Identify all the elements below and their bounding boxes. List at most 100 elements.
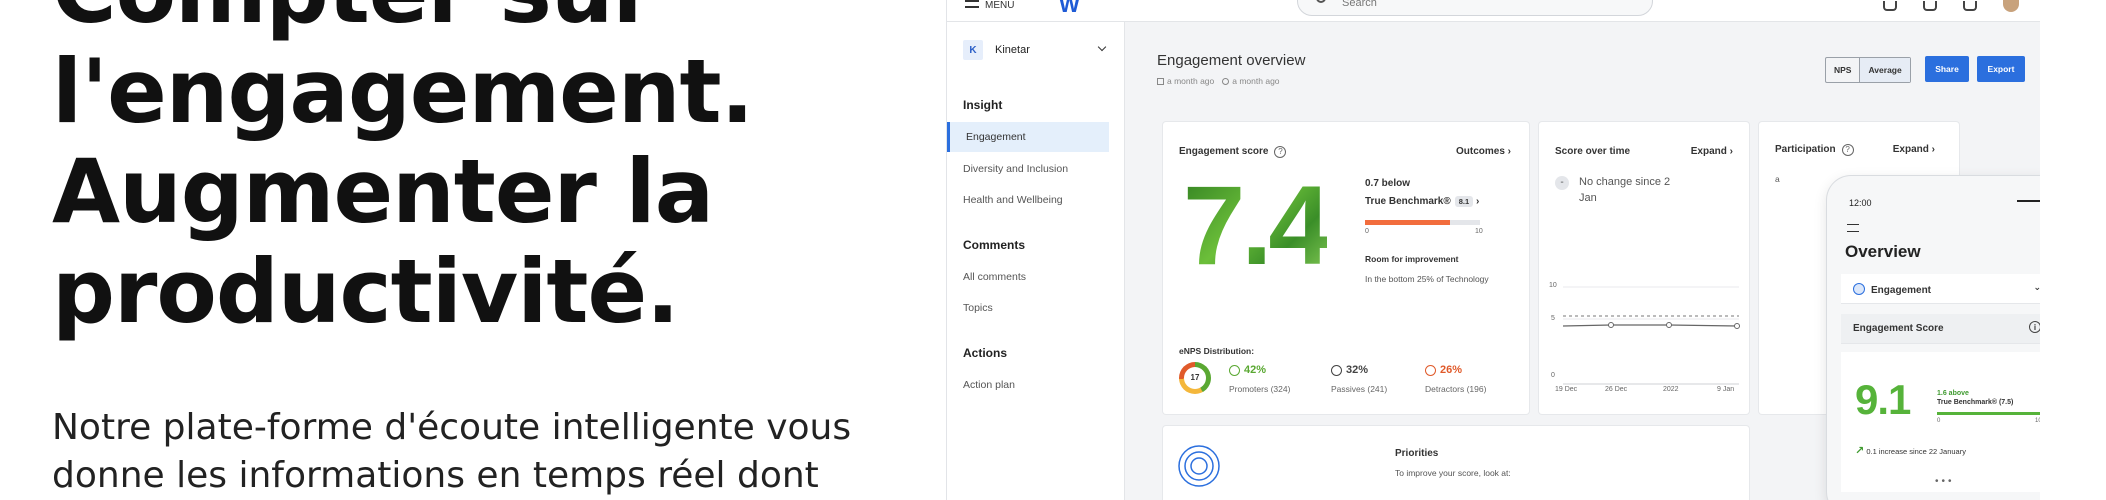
engagement-score-card: Engagement score? Outcomes › 7.4 0.7 bel… bbox=[1163, 122, 1529, 414]
brand-logo[interactable]: W bbox=[1059, 0, 1080, 18]
synced-meta: a month ago bbox=[1222, 76, 1280, 86]
updated-meta: a month ago bbox=[1157, 76, 1214, 86]
smile-icon bbox=[1229, 364, 1240, 376]
phone-score-value: 9.1 bbox=[1855, 376, 1911, 423]
outcomes-link[interactable]: Outcomes › bbox=[1456, 146, 1511, 157]
priorities-card: Priorities To improve your score, look a… bbox=[1163, 426, 1749, 500]
sync-icon bbox=[1222, 78, 1230, 85]
outcomes-link-text: Outcomes bbox=[1455, 146, 1505, 157]
score-mode-toggle: NPS Average bbox=[1825, 57, 1911, 83]
data-point bbox=[1666, 322, 1672, 328]
arrow-up-icon: ↗ bbox=[1855, 445, 1865, 457]
top-bar: MENU W Search bbox=[947, 0, 2040, 22]
hamburger-icon bbox=[965, 0, 979, 8]
expand-link[interactable]: Expand › bbox=[1691, 146, 1733, 157]
headline-line: Compter sur bbox=[52, 0, 753, 42]
card-title: Participation? bbox=[1775, 144, 1854, 156]
synced-text: a month ago bbox=[1232, 76, 1280, 86]
search-icon bbox=[1316, 0, 1326, 3]
x-tick: 9 Jan bbox=[1717, 386, 1735, 393]
org-switcher[interactable]: K Kinetar bbox=[963, 40, 1030, 60]
phone-trend-text: 0.1 increase since 22 January bbox=[1866, 447, 1966, 456]
score-over-time-card: Score over time Expand › - No change sin… bbox=[1539, 122, 1749, 414]
benchmark-pill: 8.1 bbox=[1454, 196, 1474, 207]
subtext-line: Notre plate-forme d'écoute intelligente … bbox=[52, 407, 852, 448]
sidebar-item-all-comments[interactable]: All comments bbox=[963, 262, 1125, 292]
priorities-text: To improve your score, look at: bbox=[1395, 468, 1511, 478]
hero-section: Compter sur l'engagement. Augmenter la p… bbox=[52, 0, 932, 500]
bell-icon[interactable] bbox=[1923, 1, 1937, 11]
promoters-label: Promoters (324) bbox=[1229, 384, 1291, 394]
hamburger-icon[interactable] bbox=[1847, 224, 1859, 232]
sidebar-item-engagement[interactable]: Engagement bbox=[947, 122, 1109, 152]
menu-button[interactable]: MENU bbox=[965, 0, 1014, 11]
sidebar-item-action-plan[interactable]: Action plan bbox=[963, 370, 1125, 400]
detractors-label: Detractors (196) bbox=[1425, 384, 1487, 394]
chat-icon[interactable] bbox=[1883, 1, 1897, 11]
target-icon bbox=[1178, 445, 1220, 487]
passives-stat: 32% bbox=[1331, 364, 1368, 376]
sidebar-item-topics[interactable]: Topics bbox=[963, 293, 1125, 323]
help-icon[interactable]: ? bbox=[1841, 144, 1854, 156]
x-tick: 19 Dec bbox=[1555, 386, 1578, 393]
sidebar-item-diversity[interactable]: Diversity and Inclusion bbox=[963, 154, 1125, 184]
no-change-icon: - bbox=[1555, 176, 1569, 190]
benchmark-label[interactable]: True Benchmark® 8.1 › bbox=[1365, 196, 1479, 207]
promoters-pct: 42% bbox=[1244, 364, 1267, 376]
chevron-down-icon: ⌄ bbox=[2033, 282, 2040, 293]
card-title-text: Participation bbox=[1775, 144, 1836, 155]
neutral-face-icon bbox=[1331, 364, 1342, 376]
x-tick: 2022 bbox=[1663, 386, 1679, 393]
card-title-text: Engagement score bbox=[1179, 146, 1269, 157]
inbox-icon[interactable] bbox=[1963, 1, 1977, 11]
change-status-2: Jan bbox=[1579, 192, 1597, 204]
search-placeholder: Search bbox=[1342, 0, 1377, 9]
y-tick: 0 bbox=[1551, 372, 1555, 379]
avatar[interactable] bbox=[2003, 0, 2019, 12]
sidebar-section-insight: Insight bbox=[963, 98, 1003, 112]
sidebar-section-comments: Comments bbox=[963, 238, 1026, 252]
phone-survey-dropdown[interactable]: Engagement ⌄ bbox=[1841, 274, 2040, 304]
phone-bench-label: True Benchmark® (7.5) bbox=[1937, 399, 2014, 406]
benchmark-delta: 0.7 below bbox=[1365, 178, 1411, 189]
detractors-stat: 26% bbox=[1425, 364, 1462, 376]
signal-icon bbox=[2017, 200, 2040, 206]
chevron-down-icon[interactable] bbox=[1097, 42, 1107, 52]
phone-trend: ↗ 0.1 increase since 22 January bbox=[1855, 444, 1966, 457]
headline-line: productivité. bbox=[52, 240, 680, 343]
export-button[interactable]: Export bbox=[1977, 56, 2025, 82]
bench-max: 10 bbox=[1475, 228, 1483, 235]
sidebar-section-actions: Actions bbox=[963, 346, 1008, 360]
priorities-title: Priorities bbox=[1395, 448, 1439, 459]
phone-bench-min: 0 bbox=[1937, 418, 1941, 424]
hero-subtext: Notre plate-forme d'écoute intelligente … bbox=[52, 404, 932, 500]
mobile-preview: 12:00 Overview Engagement ⌄ Engagement Sc… bbox=[1827, 176, 2040, 500]
phone-time: 12:00 bbox=[1849, 198, 1872, 208]
help-icon[interactable]: ? bbox=[1274, 146, 1287, 158]
search-input[interactable]: Search bbox=[1297, 0, 1653, 16]
y-tick: 10 bbox=[1549, 282, 1557, 289]
detractors-pct: 26% bbox=[1440, 364, 1463, 376]
phone-card-header: Engagement Score i bbox=[1841, 314, 2040, 344]
expand-link-text: Expand bbox=[1690, 146, 1727, 157]
org-badge: K bbox=[963, 40, 983, 60]
enps-donut: 17 bbox=[1179, 362, 1211, 394]
passives-pct: 32% bbox=[1346, 364, 1369, 376]
toggle-average[interactable]: Average bbox=[1859, 58, 1910, 82]
expand-link[interactable]: Expand › bbox=[1893, 144, 1935, 155]
sidebar-item-health[interactable]: Health and Wellbeing bbox=[963, 185, 1125, 215]
info-icon[interactable]: i bbox=[2029, 321, 2040, 333]
bench-min: 0 bbox=[1365, 228, 1369, 235]
card-title: Engagement score? bbox=[1179, 146, 1287, 158]
menu-label: MENU bbox=[985, 0, 1015, 11]
carousel-dots[interactable]: ••• bbox=[1935, 476, 1955, 487]
toggle-nps[interactable]: NPS bbox=[1826, 58, 1859, 82]
card-title: Score over time bbox=[1555, 146, 1631, 157]
frown-icon bbox=[1425, 364, 1436, 376]
dropdown-value: Engagement bbox=[1871, 285, 1932, 296]
share-button[interactable]: Share bbox=[1925, 56, 1969, 82]
improvement-text: In the bottom 25% of Technology bbox=[1365, 274, 1489, 284]
benchmark-label-text: True Benchmark® bbox=[1365, 196, 1451, 207]
benchmark-bar-fill bbox=[1365, 220, 1451, 225]
headline-line: l'engagement. bbox=[52, 40, 754, 143]
